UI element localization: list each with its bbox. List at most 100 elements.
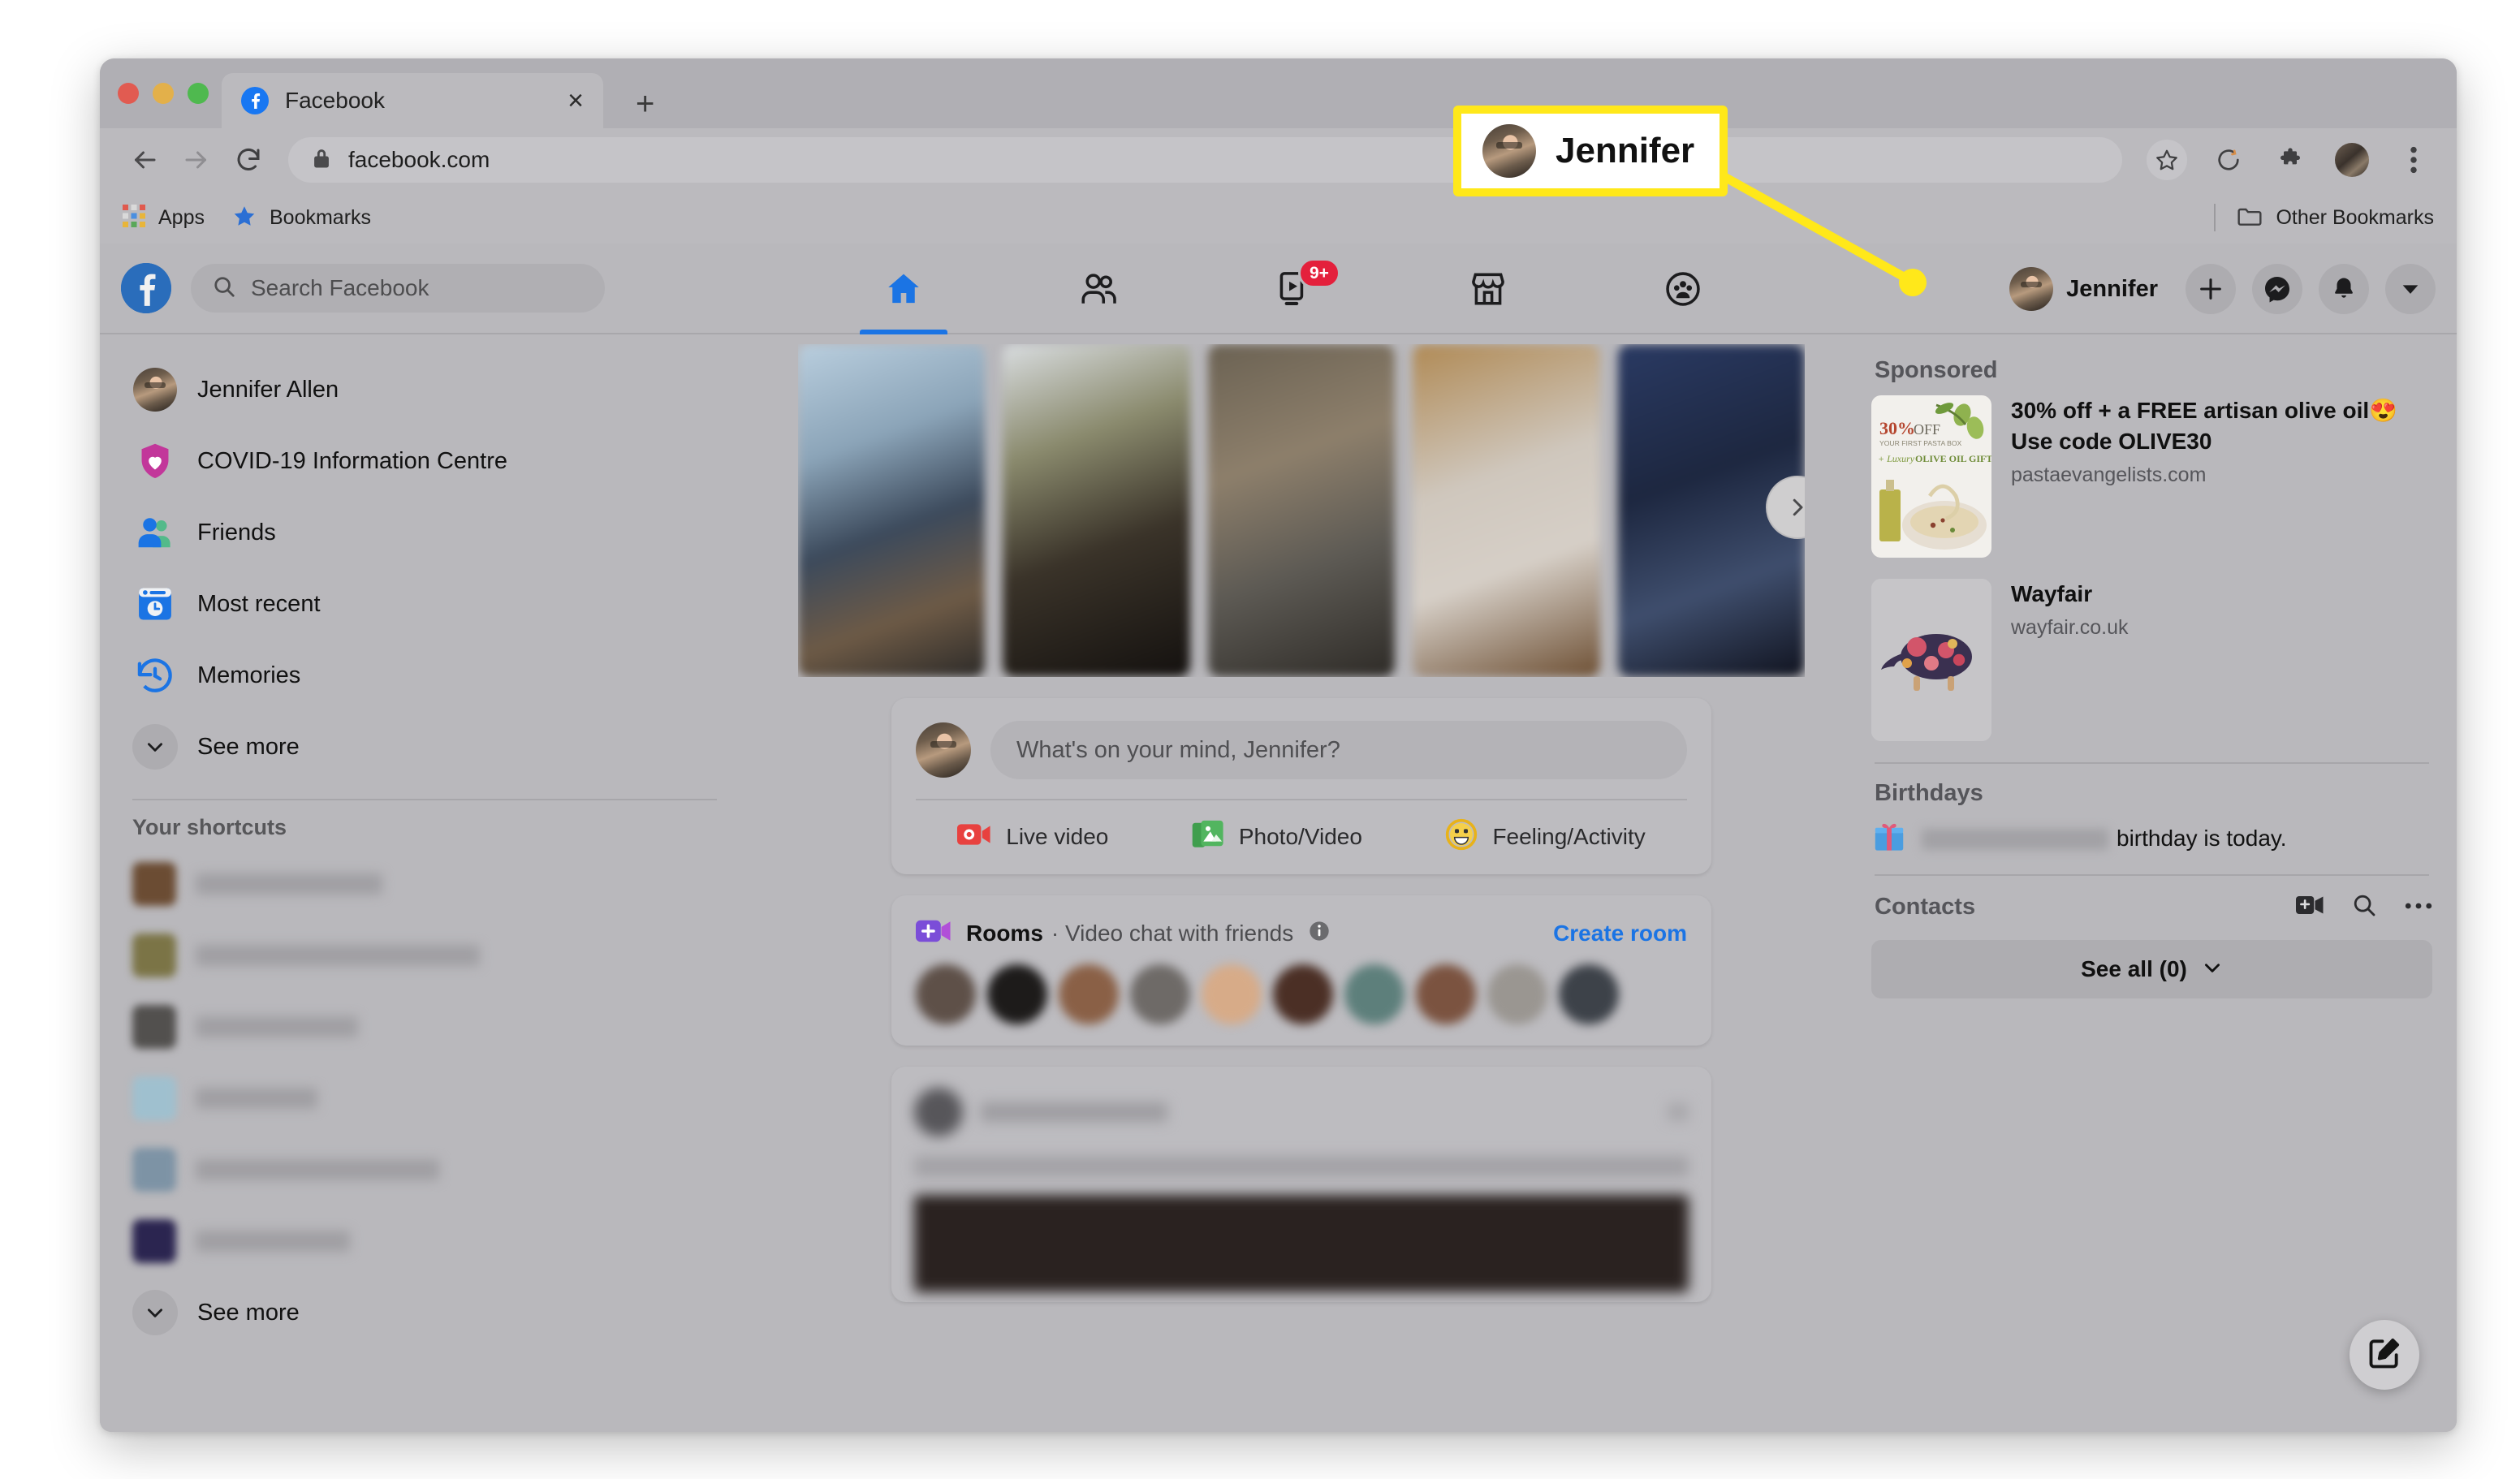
sidebar-item-most-recent[interactable]: Most recent (121, 568, 728, 640)
apps-grid-icon (123, 204, 145, 231)
most-recent-icon (132, 581, 178, 627)
shortcut-item[interactable] (121, 991, 728, 1063)
room-avatar[interactable] (1273, 964, 1333, 1024)
bookmark-star-icon[interactable] (2147, 140, 2187, 180)
maximize-window-button[interactable] (188, 83, 209, 104)
nav-tab-groups[interactable] (1634, 244, 1732, 334)
address-bar-url: facebook.com (348, 147, 490, 172)
other-bookmarks[interactable]: Other Bookmarks (2214, 204, 2434, 231)
close-window-button[interactable] (118, 83, 139, 104)
nav-tab-friends[interactable] (1050, 244, 1147, 334)
facebook-logo[interactable] (121, 263, 171, 313)
room-avatar[interactable] (1559, 964, 1619, 1024)
bookmarks-separator (2214, 204, 2216, 231)
history-clock-icon[interactable] (2208, 140, 2249, 180)
nav-tab-watch[interactable]: 9+ (1245, 244, 1342, 334)
nav-tab-marketplace[interactable] (1439, 244, 1537, 334)
messenger-button[interactable] (2252, 264, 2302, 314)
forward-arrow-icon[interactable] (175, 138, 218, 182)
chrome-profile-avatar[interactable] (2332, 140, 2372, 180)
info-icon[interactable] (1308, 920, 1331, 946)
birthday-item[interactable]: birthday is today. (1871, 818, 2432, 858)
shortcut-item[interactable] (121, 1205, 728, 1277)
rightbar-divider (1875, 874, 2429, 876)
bookmark-apps[interactable]: Apps (123, 204, 205, 231)
window-traffic-lights (118, 83, 209, 104)
contacts-heading: Contacts (1875, 894, 1976, 920)
create-button[interactable] (2186, 264, 2236, 314)
shortcut-item[interactable] (121, 1134, 728, 1205)
contacts-header-icons (2296, 892, 2432, 922)
minimize-window-button[interactable] (153, 83, 174, 104)
composer-input[interactable]: What's on your mind, Jennifer? (990, 721, 1687, 779)
room-avatar[interactable] (1202, 964, 1262, 1024)
reload-icon[interactable] (227, 138, 270, 182)
sidebar-item-memories[interactable]: Memories (121, 640, 728, 711)
account-menu-button[interactable] (2385, 264, 2436, 314)
room-avatar[interactable] (1344, 964, 1405, 1024)
nav-tab-home[interactable] (855, 244, 952, 334)
photo-video-button[interactable]: Photo/Video (1150, 819, 1405, 854)
search-input[interactable]: Search Facebook (191, 264, 605, 313)
bookmark-bookmarks[interactable]: Bookmarks (232, 204, 371, 232)
nav-profile-link[interactable]: Jennifer (2009, 267, 2169, 311)
feed-post-card[interactable] (891, 1067, 1711, 1302)
composer-avatar[interactable] (916, 722, 971, 778)
back-arrow-icon[interactable] (123, 138, 166, 182)
contacts-header: Contacts (1871, 892, 2432, 922)
sponsored-ad-item[interactable]: Wayfair wayfair.co.uk (1871, 579, 2432, 741)
address-bar[interactable]: facebook.com (288, 137, 2122, 183)
see-all-contacts-button[interactable]: See all (0) (1871, 940, 2432, 998)
bookmarks-bar: Apps Bookmarks Other Bookmarks (100, 192, 2457, 244)
chrome-menu-icon[interactable] (2393, 140, 2434, 180)
browser-window: Facebook × + facebook.com Apps Bookmarks… (100, 58, 2457, 1432)
sponsored-ad-item[interactable]: 30% OFF YOUR FIRST PASTA BOX + Luxury OL… (1871, 395, 2432, 558)
room-avatar[interactable] (1130, 964, 1190, 1024)
sidebar-item-label: COVID-19 Information Centre (197, 447, 507, 474)
story-card[interactable] (1413, 344, 1600, 677)
sidebar-item-label: See more (197, 733, 300, 760)
shortcut-label-blurred (196, 873, 382, 895)
shortcut-item[interactable] (121, 1063, 728, 1134)
story-card[interactable] (1003, 344, 1190, 677)
new-tab-button[interactable]: + (636, 88, 654, 120)
story-card[interactable] (1207, 344, 1396, 677)
chevron-down-icon (132, 1290, 178, 1335)
live-video-button[interactable]: Live video (916, 821, 1150, 852)
callout-avatar (1482, 124, 1536, 178)
room-avatar[interactable] (987, 964, 1047, 1024)
browser-tab[interactable]: Facebook × (222, 73, 603, 128)
svg-text:OLIVE OIL GIFT: OLIVE OIL GIFT (1915, 453, 1991, 464)
search-icon[interactable] (2351, 892, 2377, 922)
search-icon (212, 274, 236, 303)
sidebar-see-more-top[interactable]: See more (121, 711, 728, 783)
story-card[interactable] (798, 344, 986, 677)
sidebar-item-covid[interactable]: COVID-19 Information Centre (121, 425, 728, 497)
post-author-avatar-blurred (914, 1088, 963, 1136)
room-avatar[interactable] (1487, 964, 1547, 1024)
room-avatar[interactable] (1416, 964, 1476, 1024)
more-options-icon[interactable] (2405, 900, 2432, 915)
shortcut-item[interactable] (121, 848, 728, 920)
room-avatar[interactable] (916, 964, 976, 1024)
sidebar-item-profile[interactable]: Jennifer Allen (121, 354, 728, 425)
nav-profile-name: Jennifer (2066, 275, 2158, 302)
create-room-link[interactable]: Create room (1553, 921, 1687, 946)
post-image-blurred (914, 1195, 1689, 1292)
close-tab-icon[interactable]: × (567, 87, 584, 114)
post-menu-blurred (1668, 1103, 1689, 1121)
feeling-activity-button[interactable]: Feeling/Activity (1404, 818, 1687, 855)
shortcut-label-blurred (196, 1159, 439, 1180)
sidebar-item-friends[interactable]: Friends (121, 497, 728, 568)
live-video-icon (957, 821, 991, 852)
shortcut-item[interactable] (121, 920, 728, 991)
room-avatar[interactable] (1059, 964, 1119, 1024)
toolbar-right-icons (2147, 140, 2434, 180)
extensions-puzzle-icon[interactable] (2270, 140, 2311, 180)
rooms-avatar-list (891, 958, 1711, 1046)
new-room-video-icon[interactable] (2296, 894, 2324, 921)
rightbar-divider (1875, 762, 2429, 764)
sidebar-see-more-shortcuts[interactable]: See more (121, 1277, 728, 1348)
notifications-button[interactable] (2319, 264, 2369, 314)
floating-compose-button[interactable] (2350, 1320, 2419, 1390)
